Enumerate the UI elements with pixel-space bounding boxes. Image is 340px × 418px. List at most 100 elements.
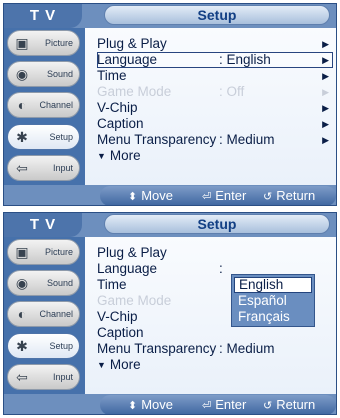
menu-item-value: : Medium [219,132,275,147]
enter-icon: ⏎ [202,400,212,412]
menu-item-label: Menu Transparency [97,341,217,356]
more-label: More [109,357,141,372]
sidebar-item-input[interactable]: ⇦ Input [7,155,80,181]
menu-title: Setup [104,214,330,234]
top-bar: T V Setup [4,4,336,28]
menu-item-label: Caption [97,325,144,340]
menu-item-label: Language [97,52,158,67]
hint-return-label: Return [276,188,316,203]
input-icon: ⇦ [16,369,28,385]
menu-item-label: Language [97,261,158,276]
submenu-arrow-icon: ▶ [322,39,329,49]
tv-label: T V [4,4,82,28]
sidebar-item-sound[interactable]: ◉ Sound [7,270,80,296]
menu-item-menu-transparency[interactable]: Menu Transparency: Medium [97,341,333,357]
bottom-bar: ⬍ Move ⏎ Enter ↺ Return [4,394,336,414]
submenu-arrow-icon: ▶ [322,119,329,129]
submenu-arrow-icon: ▶ [322,71,329,81]
sidebar-item-label: Channel [39,100,73,110]
hint-enter: ⏎ Enter [202,186,247,205]
sidebar-item-input[interactable]: ⇦ Input [7,364,80,390]
menu-item-label: Game Mode [97,84,172,99]
sound-icon: ◉ [15,275,29,291]
sidebar-item-label: Setup [49,341,73,351]
menu-item-label: ▼ More [97,357,141,374]
menu-item-label: V-Chip [97,100,138,115]
submenu-arrow-icon: ▶ [322,103,329,113]
sidebar-item-picture[interactable]: ▣ Picture [7,30,80,56]
submenu-arrow-icon: ▶ [322,55,329,65]
hint-return: ↺ Return [263,395,316,414]
channel-icon: ◐ [17,306,27,322]
move-icon: ⬍ [128,191,138,203]
language-dropdown[interactable]: English Español Français [231,274,315,327]
hint-enter: ⏎ Enter [202,395,247,414]
hint-move-label: Move [141,397,174,412]
sidebar-item-channel[interactable]: ◐ Channel [7,92,80,118]
sound-icon: ◉ [15,66,29,82]
sidebar-item-label: Channel [39,309,73,319]
menu-item-plug-play[interactable]: Plug & Play ▶ [97,36,333,52]
return-icon: ↺ [263,400,273,412]
sidebar-item-setup[interactable]: ✱ Setup [7,124,80,150]
menu-item-plug-play[interactable]: Plug & Play [97,245,333,261]
menu-item-more[interactable]: ▼ More [97,148,333,164]
hint-enter-label: Enter [215,188,247,203]
menu-item-value: : [219,261,223,276]
sidebar-item-setup[interactable]: ✱ Setup [7,333,80,359]
menu-item-language[interactable]: Language: English ▶ [97,52,333,68]
submenu-arrow-icon: ▶ [322,87,329,97]
sidebar-item-label: Setup [49,132,73,142]
sidebar-item-channel[interactable]: ◐ Channel [7,301,80,327]
button-hints: ⬍ Move ⏎ Enter ↺ Return [100,395,336,414]
move-icon: ⬍ [128,400,138,412]
channel-icon: ◐ [17,97,27,113]
menu-item-label: Plug & Play [97,36,167,51]
menu-item-time[interactable]: Time ▶ [97,68,333,84]
input-icon: ⇦ [16,160,28,176]
menu-item-label: ▼ More [97,148,141,165]
picture-icon: ▣ [15,244,29,260]
hint-move: ⬍ Move [128,395,174,414]
menu-item-label: Caption [97,116,144,131]
setup-menu-panel-language-highlighted: T V Setup ▣ Picture ◉ Sound ◐ Channel ✱ Setup ⇦ Inp… [3,3,337,206]
menu-item-label: Plug & Play [97,245,167,260]
menu-item-value: : Medium [219,341,275,356]
sidebar-item-label: Input [52,163,73,173]
sidebar-item-picture[interactable]: ▣ Picture [7,239,80,265]
sidebar-item-label: Picture [44,38,73,48]
setup-menu-panel-language-dropdown: T V Setup ▣ Picture ◉ Sound ◐ Channel ✱ Setup ⇦ Inp… [3,212,337,415]
sidebar-item-label: Picture [44,247,73,257]
menu-list: Plug & Play Language: Time Game Mode V-Chip C… [85,237,336,394]
hint-return-label: Return [276,397,316,412]
bottom-bar: ⬍ Move ⏎ Enter ↺ Return [4,185,336,205]
menu-item-v-chip[interactable]: V-Chip ▶ [97,100,333,116]
sidebar-item-label: Input [52,372,73,382]
menu-item-more[interactable]: ▼ More [97,357,333,373]
menu-title: Setup [104,5,330,25]
top-bar: T V Setup [4,213,336,237]
menu-item-value: : Off [219,84,245,99]
enter-icon: ⏎ [202,191,212,203]
menu-item-label: Time [97,277,127,292]
sidebar-item-label: Sound [46,278,73,288]
menu-item-caption[interactable]: Caption ▶ [97,116,333,132]
menu-item-menu-transparency[interactable]: Menu Transparency: Medium ▶ [97,132,333,148]
menu-item-label: V-Chip [97,309,138,324]
hint-move-label: Move [141,188,174,203]
more-label: More [109,148,141,163]
menu-item-label: Game Mode [97,293,172,308]
tv-label: T V [4,213,82,237]
menu-item-caption[interactable]: Caption [97,325,333,341]
language-option[interactable]: Español [234,293,312,309]
setup-icon: ✱ [16,129,28,145]
language-option[interactable]: English [234,277,312,293]
picture-icon: ▣ [15,35,29,51]
return-icon: ↺ [263,191,273,203]
language-option[interactable]: Français [234,309,312,325]
hint-return: ↺ Return [263,186,316,205]
sidebar-item-sound[interactable]: ◉ Sound [7,61,80,87]
submenu-arrow-icon: ▶ [322,135,329,145]
more-down-arrow-icon: ▼ [97,360,106,370]
hint-enter-label: Enter [215,397,247,412]
